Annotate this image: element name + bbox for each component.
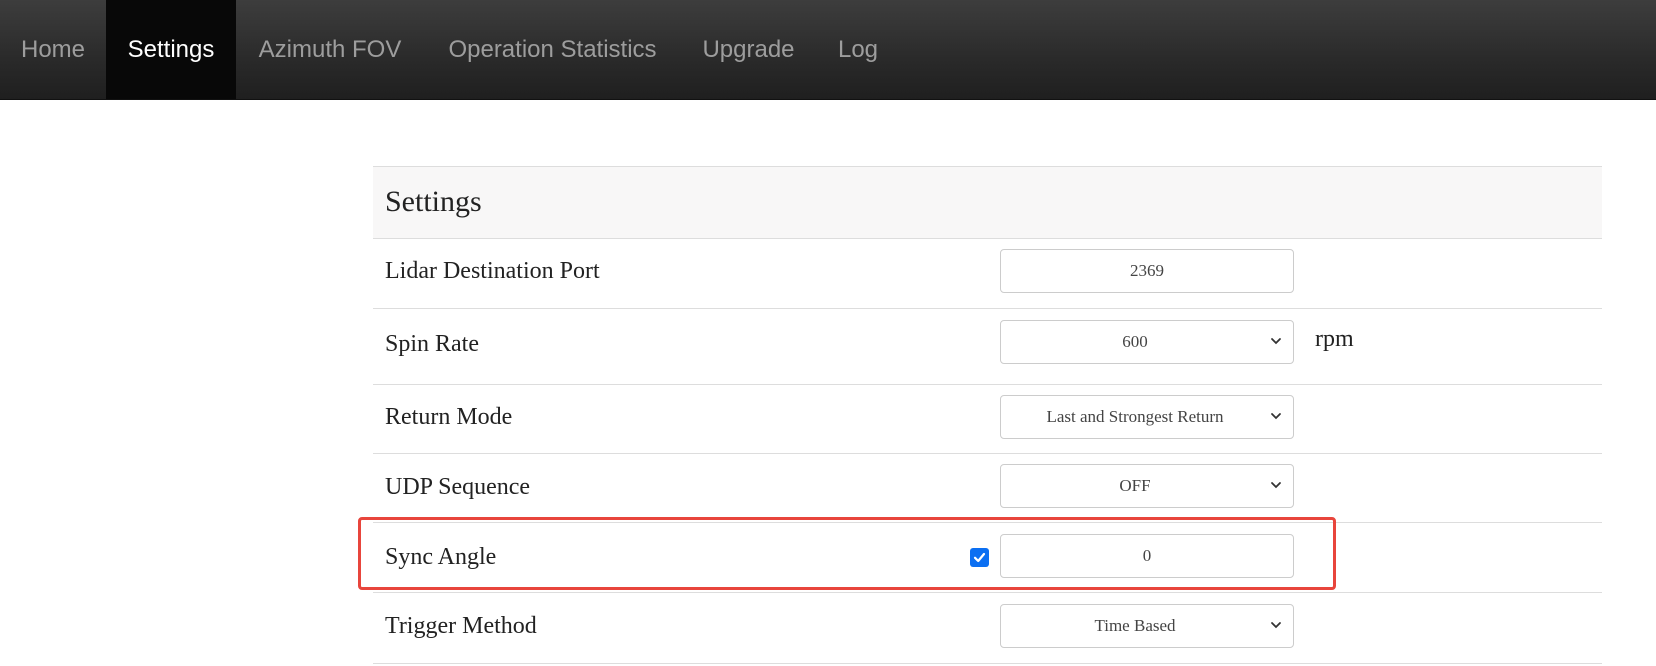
trigger-method-select[interactable]: Time Based <box>1000 604 1294 648</box>
chevron-down-icon <box>1271 482 1281 489</box>
return-mode-label: Return Mode <box>385 404 513 430</box>
nav-operation-statistics[interactable]: Operation Statistics <box>424 0 681 99</box>
sync-angle-label: Sync Angle <box>385 544 497 570</box>
top-navbar: Home Settings Azimuth FOV Operation Stat… <box>0 0 1656 100</box>
sync-angle-input[interactable] <box>1001 535 1293 577</box>
return-mode-value: Last and Strongest Return <box>1046 407 1224 426</box>
sync-angle-field[interactable] <box>1000 534 1294 578</box>
spin-rate-value: 600 <box>1122 332 1148 351</box>
settings-row-trigger-method: Trigger Method Time Based <box>373 593 1602 664</box>
settings-panel-header: Settings <box>373 166 1602 239</box>
settings-row-spin-rate: Spin Rate 600 rpm <box>373 309 1602 385</box>
nav-settings[interactable]: Settings <box>106 0 236 99</box>
trigger-method-value: Time Based <box>1094 616 1176 635</box>
check-icon <box>973 552 986 563</box>
trigger-method-label: Trigger Method <box>385 613 537 639</box>
spin-rate-unit: rpm <box>1315 326 1354 352</box>
sync-angle-checkbox[interactable] <box>970 548 989 567</box>
udp-sequence-select[interactable]: OFF <box>1000 464 1294 508</box>
return-mode-select[interactable]: Last and Strongest Return <box>1000 395 1294 439</box>
chevron-down-icon <box>1271 622 1281 629</box>
spin-rate-select[interactable]: 600 <box>1000 320 1294 364</box>
spin-rate-label: Spin Rate <box>385 331 479 357</box>
settings-row-lidar-port: Lidar Destination Port <box>373 238 1602 309</box>
nav-log[interactable]: Log <box>816 0 900 99</box>
nav-upgrade[interactable]: Upgrade <box>681 0 816 99</box>
settings-row-udp-sequence: UDP Sequence OFF <box>373 454 1602 523</box>
page-title: Settings <box>385 185 482 218</box>
lidar-port-label: Lidar Destination Port <box>385 258 600 284</box>
lidar-port-input[interactable] <box>1001 250 1293 292</box>
settings-row-return-mode: Return Mode Last and Strongest Return <box>373 385 1602 454</box>
chevron-down-icon <box>1271 413 1281 420</box>
nav-azimuth-fov[interactable]: Azimuth FOV <box>236 0 424 99</box>
nav-home[interactable]: Home <box>0 0 106 99</box>
udp-sequence-value: OFF <box>1119 476 1151 495</box>
settings-row-sync-angle: Sync Angle <box>373 523 1602 593</box>
udp-sequence-label: UDP Sequence <box>385 474 531 500</box>
chevron-down-icon <box>1271 338 1281 345</box>
lidar-port-field[interactable] <box>1000 249 1294 293</box>
